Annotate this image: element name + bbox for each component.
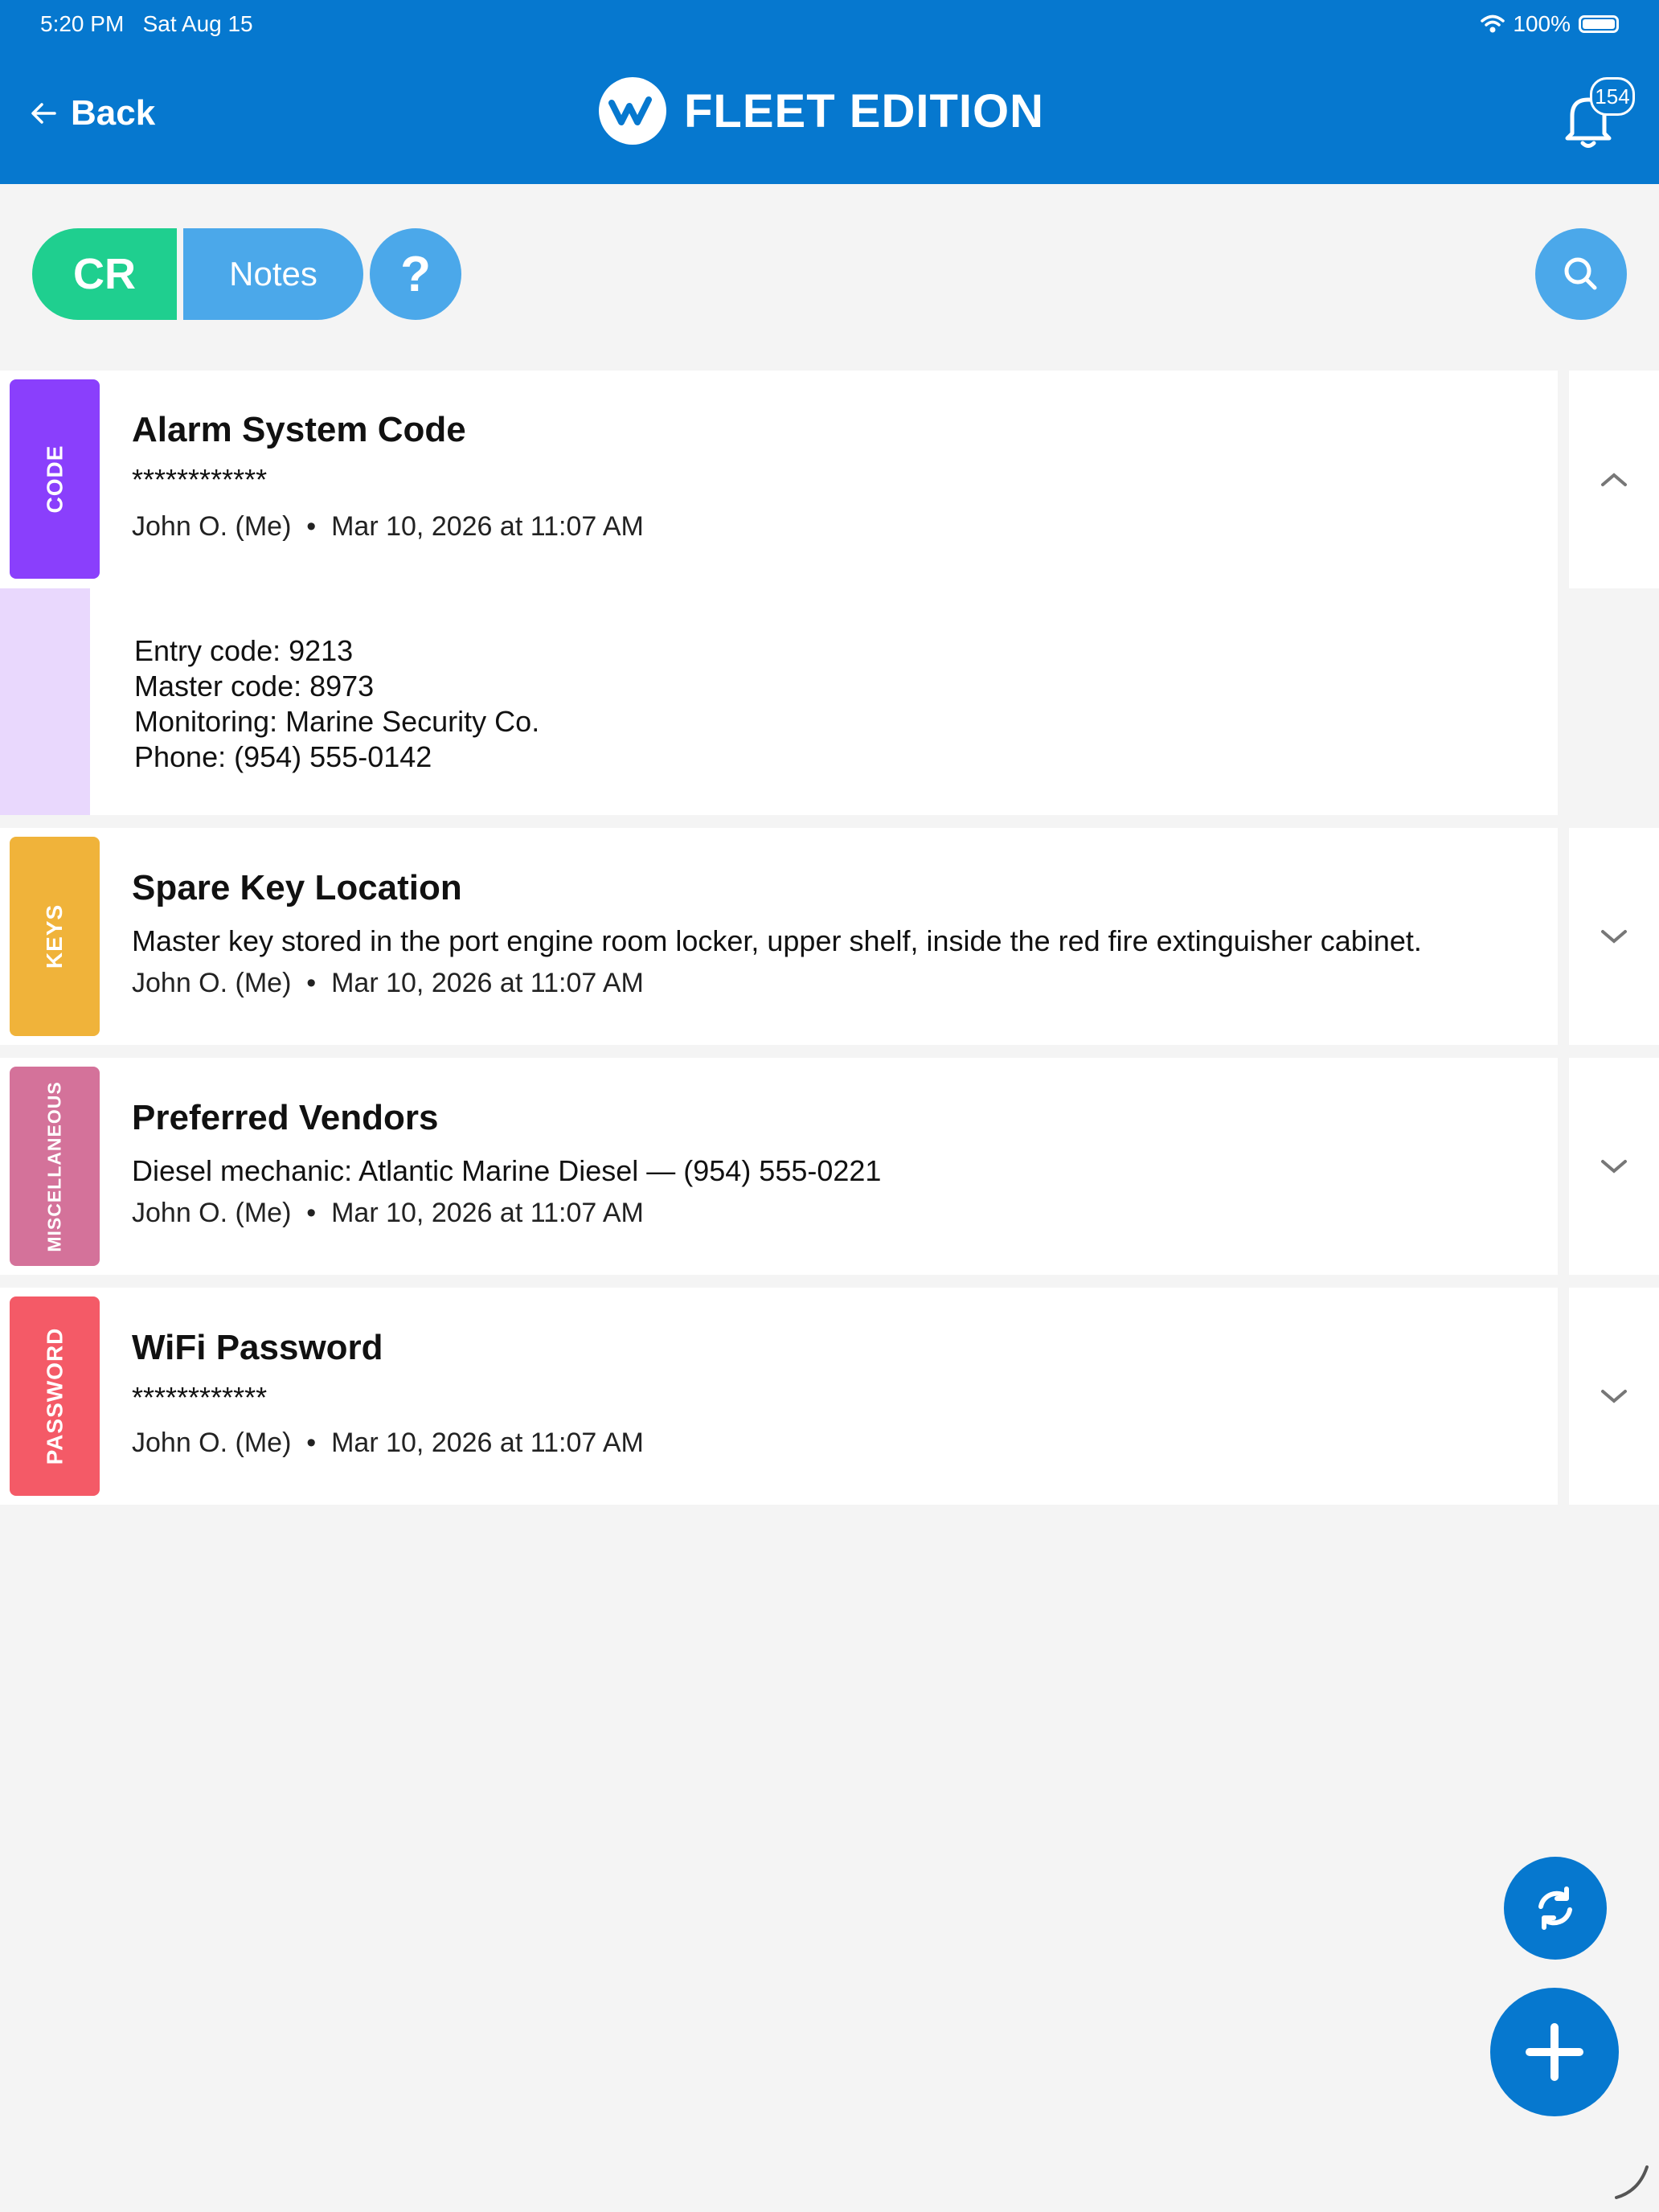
- note-preview: ************: [132, 463, 268, 496]
- wifi-icon: [1481, 14, 1505, 33]
- chevron-down-icon: [1601, 1160, 1627, 1174]
- detail-line: Entry code: 9213: [134, 634, 354, 667]
- note-title: Alarm System Code: [132, 410, 466, 449]
- note-date: Mar 10, 2026 at 11:07 AM: [331, 1428, 644, 1458]
- collapse-button[interactable]: [1569, 371, 1659, 588]
- meta-separator: •: [306, 1198, 317, 1228]
- note-author: John O. (Me): [132, 1198, 292, 1228]
- tag-label: MISCELLANEOUS: [43, 1080, 65, 1252]
- sync-button[interactable]: [1504, 1857, 1607, 1960]
- meta-separator: •: [306, 511, 317, 542]
- search-button[interactable]: [1535, 228, 1627, 320]
- battery-percent: 100%: [1513, 11, 1571, 36]
- meta-separator: •: [306, 1428, 317, 1458]
- brand-title: FLEET EDITION: [684, 84, 1044, 137]
- notes-tab[interactable]: Notes: [183, 228, 363, 320]
- note-title: Spare Key Location: [132, 868, 462, 907]
- notification-badge: 154: [1590, 77, 1635, 116]
- note-title: Preferred Vendors: [132, 1098, 439, 1137]
- note-meta: John O. (Me) • Mar 10, 2026 at 11:07 AM: [132, 511, 644, 543]
- search-icon: [1564, 257, 1597, 290]
- plus-icon: [1526, 2023, 1583, 2081]
- tag-code: CODE: [10, 379, 100, 579]
- tag-keys: KEYS: [10, 837, 100, 1036]
- corner-handle-icon: [1615, 2165, 1649, 2199]
- expand-button[interactable]: [1569, 1288, 1659, 1505]
- add-note-button[interactable]: [1490, 1988, 1619, 2116]
- detail-line: Master code: 8973: [134, 670, 375, 703]
- tag-label: KEYS: [42, 903, 67, 969]
- logo-icon: [599, 77, 666, 145]
- status-time: 5:20 PM Sat Aug 15: [40, 11, 253, 37]
- brand-logo: FLEET EDITION: [599, 77, 1044, 145]
- chevron-up-icon: [1601, 472, 1627, 486]
- sync-icon: [1538, 1886, 1572, 1930]
- note-date: Mar 10, 2026 at 11:07 AM: [331, 1198, 644, 1228]
- note-date: Mar 10, 2026 at 11:07 AM: [331, 511, 644, 542]
- tag-label: CODE: [42, 444, 67, 514]
- status-right: 100%: [1481, 11, 1619, 37]
- tag-password: PASSWORD: [10, 1296, 100, 1496]
- status-date: Sat Aug 15: [142, 11, 253, 36]
- detail-line: Phone: (954) 555-0142: [134, 740, 432, 773]
- chevron-down-icon: [1601, 930, 1627, 944]
- expand-button[interactable]: [1569, 1058, 1659, 1275]
- note-details: Entry code: 9213 Master code: 8973 Monit…: [134, 633, 539, 775]
- back-label: Back: [71, 93, 156, 133]
- note-meta: John O. (Me) • Mar 10, 2026 at 11:07 AM: [132, 968, 644, 999]
- tag-label: PASSWORD: [42, 1327, 68, 1465]
- tag-miscellaneous: MISCELLANEOUS: [10, 1067, 100, 1266]
- note-details-panel: Entry code: 9213 Master code: 8973 Monit…: [0, 588, 1558, 815]
- status-clock: 5:20 PM: [40, 11, 125, 36]
- cr-button[interactable]: CR: [32, 228, 177, 320]
- battery-icon: [1579, 15, 1619, 33]
- help-button[interactable]: ?: [370, 228, 461, 320]
- note-preview: ************: [132, 1381, 268, 1414]
- note-preview: Master key stored in the port engine roo…: [132, 924, 1422, 957]
- filter-bar: CR Notes ?: [32, 228, 461, 320]
- chevron-down-icon: [1601, 1390, 1627, 1403]
- expand-button[interactable]: [1569, 828, 1659, 1045]
- note-preview: Diesel mechanic: Atlantic Marine Diesel …: [132, 1154, 882, 1187]
- details-accent-strip: [0, 588, 90, 815]
- arrow-left-icon: [31, 103, 56, 124]
- note-author: John O. (Me): [132, 511, 292, 542]
- note-author: John O. (Me): [132, 968, 292, 998]
- note-date: Mar 10, 2026 at 11:07 AM: [331, 968, 644, 998]
- note-title: WiFi Password: [132, 1328, 383, 1367]
- note-meta: John O. (Me) • Mar 10, 2026 at 11:07 AM: [132, 1428, 644, 1459]
- detail-line: Monitoring: Marine Security Co.: [134, 705, 540, 738]
- note-meta: John O. (Me) • Mar 10, 2026 at 11:07 AM: [132, 1198, 644, 1229]
- back-button[interactable]: Back: [27, 93, 155, 133]
- meta-separator: •: [306, 968, 317, 998]
- note-author: John O. (Me): [132, 1428, 292, 1458]
